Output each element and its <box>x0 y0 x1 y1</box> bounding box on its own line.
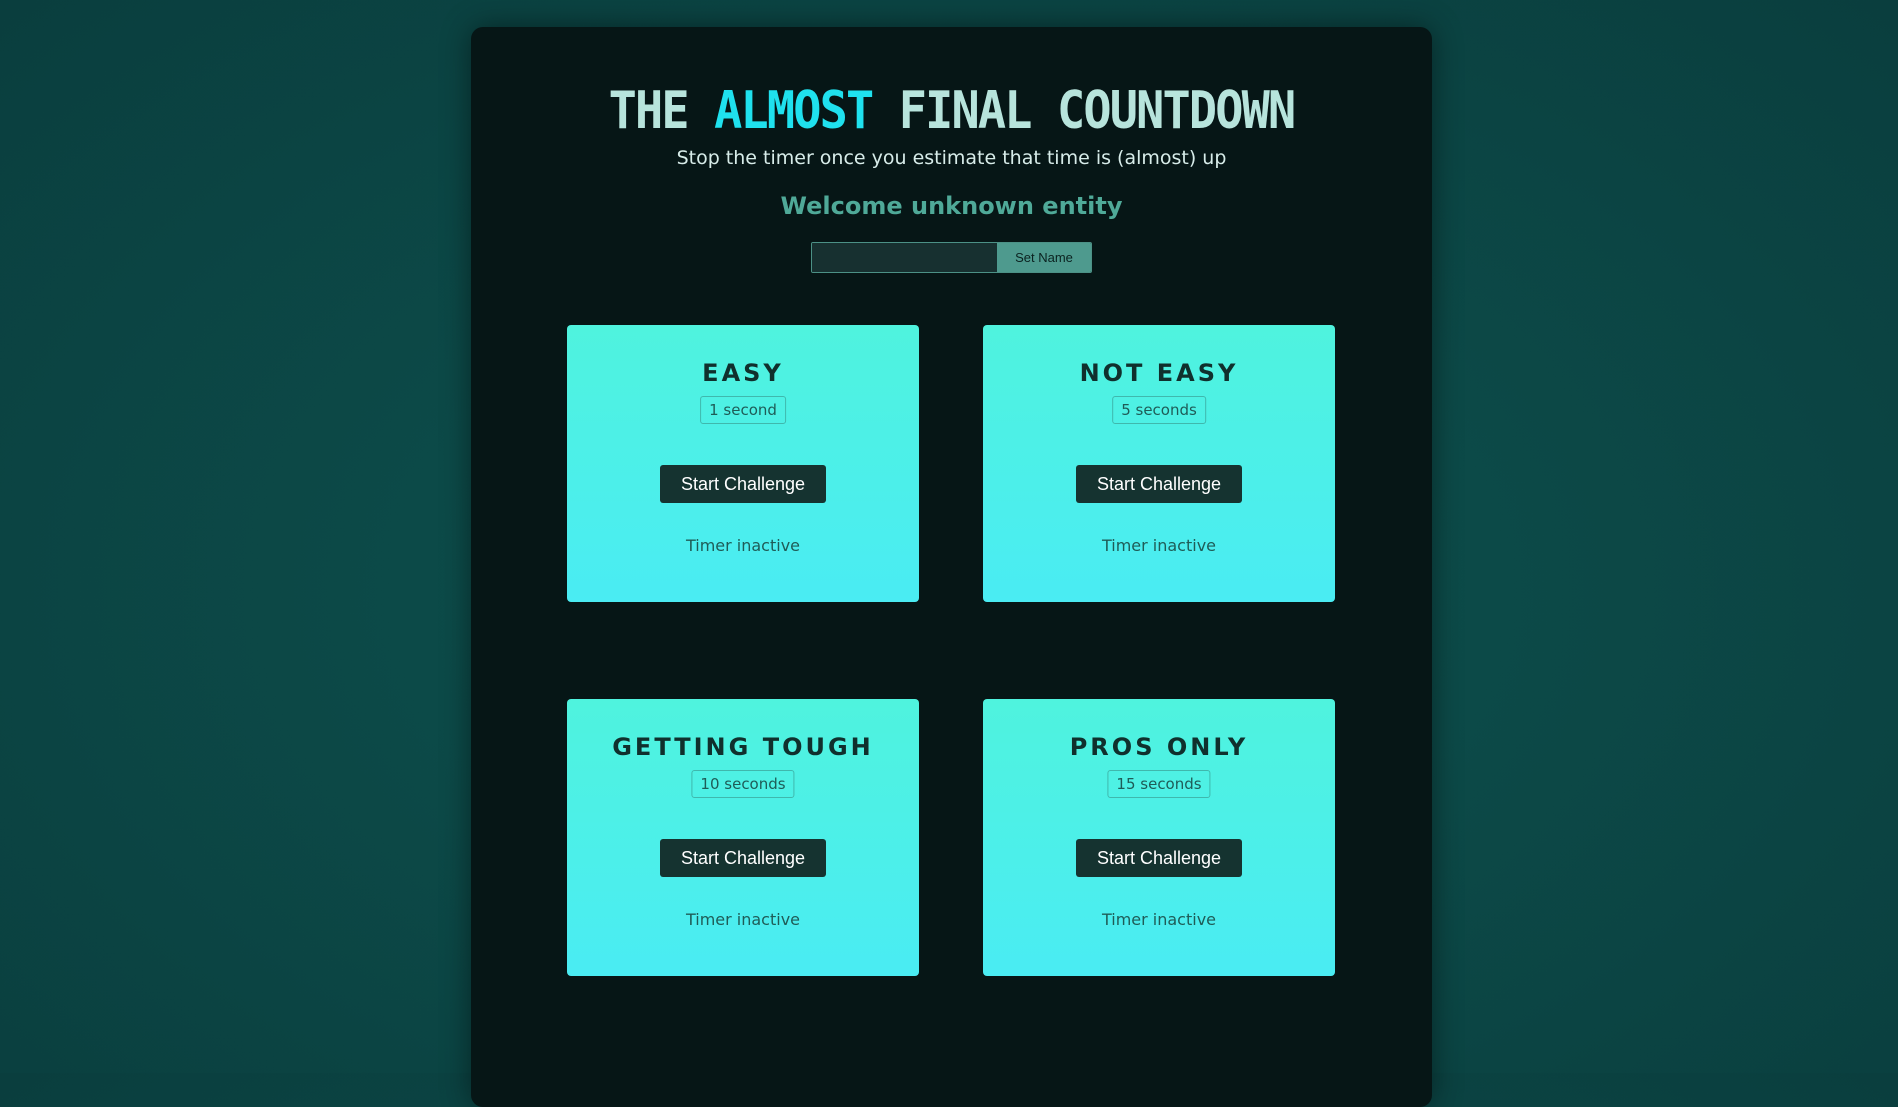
timer-status: Timer inactive <box>1101 536 1217 555</box>
set-name-button[interactable]: Set Name <box>997 243 1091 272</box>
start-challenge-button[interactable]: Start Challenge <box>1076 839 1242 877</box>
challenge-duration-badge: 10 seconds <box>691 770 795 798</box>
timer-status: Timer inactive <box>685 910 801 929</box>
welcome-message: Welcome unknown entity <box>780 192 1123 220</box>
page-title: THE ALMOST FINAL COUNTDOWN <box>519 85 1384 137</box>
start-challenge-button[interactable]: Start Challenge <box>660 839 826 877</box>
title-prefix: THE <box>608 81 690 141</box>
timer-status: Timer inactive <box>1101 910 1217 929</box>
timer-status: Timer inactive <box>685 536 801 555</box>
title-suffix: FINAL COUNTDOWN <box>898 81 1296 141</box>
challenge-card-pros-only: PROS ONLY 15 seconds Start Challenge Tim… <box>983 699 1335 976</box>
challenge-duration-badge: 1 second <box>700 396 786 424</box>
main-panel: THE ALMOST FINAL COUNTDOWN Stop the time… <box>471 27 1432 1107</box>
challenge-card-getting-tough: GETTING TOUGH 10 seconds Start Challenge… <box>567 699 919 976</box>
challenge-duration-badge: 5 seconds <box>1112 396 1206 424</box>
challenge-title: GETTING TOUGH <box>612 733 874 761</box>
start-challenge-button[interactable]: Start Challenge <box>1076 465 1242 503</box>
challenge-title: EASY <box>702 359 784 387</box>
challenge-duration-badge: 15 seconds <box>1107 770 1211 798</box>
page-subtitle: Stop the timer once you estimate that ti… <box>676 147 1227 169</box>
title-accent: ALMOST <box>714 81 874 141</box>
challenge-title: PROS ONLY <box>1069 733 1249 761</box>
challenge-card-not-easy: NOT EASY 5 seconds Start Challenge Timer… <box>983 325 1335 602</box>
name-input[interactable] <box>812 243 997 272</box>
challenge-title: NOT EASY <box>1079 359 1239 387</box>
challenge-card-easy: EASY 1 second Start Challenge Timer inac… <box>567 325 919 602</box>
start-challenge-button[interactable]: Start Challenge <box>660 465 826 503</box>
name-form: Set Name <box>811 242 1092 273</box>
